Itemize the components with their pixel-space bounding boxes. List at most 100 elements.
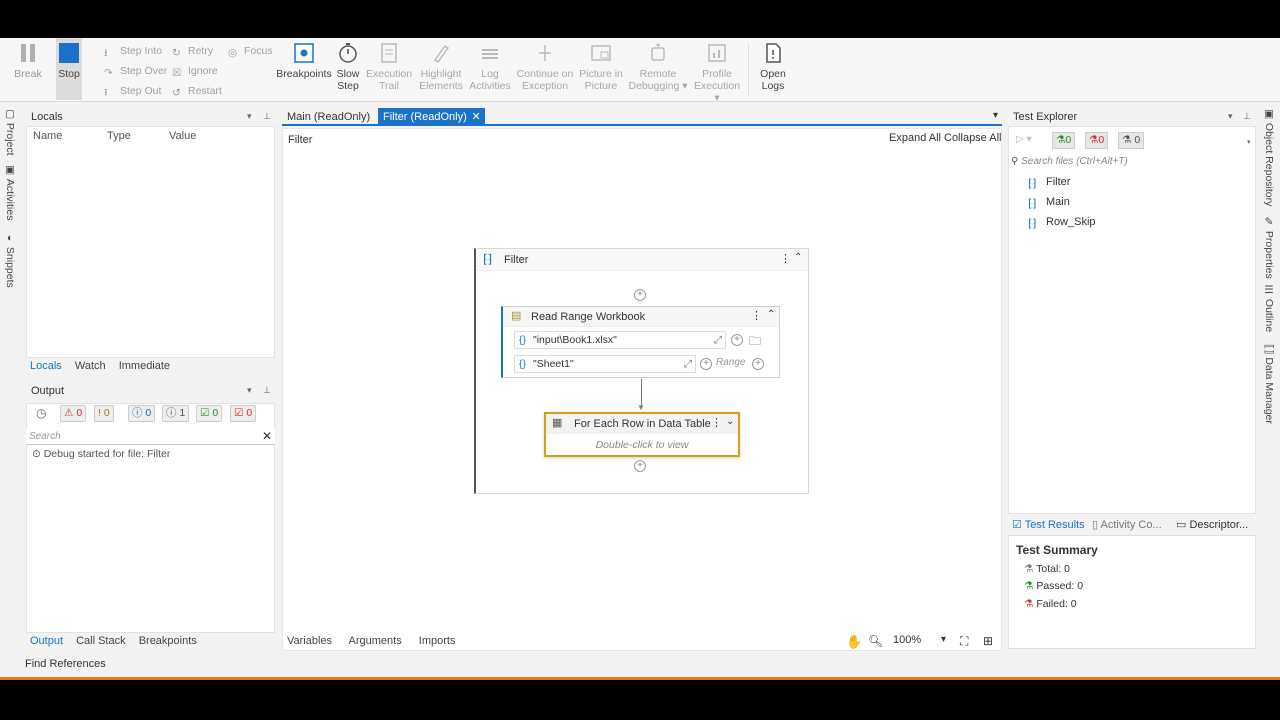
stop-button[interactable]: Stop <box>56 42 82 80</box>
open-logs-button[interactable]: Open Logs <box>756 42 790 92</box>
tab-activity-coverage[interactable]: ▯ Activity Co... <box>1092 518 1162 531</box>
break-button[interactable]: Break <box>12 42 44 80</box>
test-explorer-search[interactable]: ⚲ Search files (Ctrl+Alt+T) <box>1011 156 1255 172</box>
focus-button[interactable]: ◎ Focus <box>228 45 273 59</box>
collapse-icon[interactable]: ⌃ <box>767 309 775 320</box>
expand-editor-icon[interactable]: ⤢ <box>684 356 692 372</box>
add-activity-icon[interactable]: + <box>634 460 646 472</box>
tab-imports[interactable]: Imports <box>419 635 456 647</box>
tab-watch[interactable]: Watch <box>75 360 106 372</box>
output-search-input[interactable]: Search <box>26 429 275 445</box>
retry-button[interactable]: ↻ Retry <box>172 45 213 59</box>
zoom-level[interactable]: 100% <box>893 634 921 646</box>
workbook-path-field[interactable]: {} "input\Book1.xlsx" ⤢ <box>514 331 726 349</box>
chevron-down-icon[interactable]: ▾ <box>1247 138 1251 146</box>
tab-main-readonly[interactable]: Main (ReadOnly) <box>282 108 375 126</box>
passed-tests-filter[interactable]: ⚗0 <box>1052 132 1076 149</box>
ignore-button[interactable]: ☒ Ignore <box>172 65 218 79</box>
chevron-down-icon[interactable]: ▾ <box>247 385 252 396</box>
slow-step-button[interactable]: Slow Step <box>335 42 361 92</box>
trace-filter-badge[interactable]: ⓘ 1 <box>162 405 190 422</box>
column-type[interactable]: Type <box>107 130 131 142</box>
failed-tests-filter[interactable]: ⚗0 <box>1085 132 1109 149</box>
fit-to-screen-icon[interactable]: ⛶ <box>960 634 968 649</box>
activities-side-tab[interactable]: ▣ Activities <box>4 164 16 220</box>
tab-descriptor[interactable]: ▭ Descriptor... <box>1176 518 1248 531</box>
collapse-all-button[interactable]: Collapse All <box>944 132 1001 144</box>
profile-execution-button[interactable]: Profile Execution ▾ <box>690 42 744 104</box>
find-references-tab[interactable]: Find References <box>25 658 106 670</box>
zoom-search-icon[interactable]: 🔍︎ <box>868 634 883 648</box>
pin-icon[interactable]: ⊥ <box>263 385 271 396</box>
range-field[interactable]: Range <box>716 357 745 368</box>
tab-output[interactable]: Output <box>30 635 63 647</box>
add-variable-icon[interactable]: + <box>752 358 764 370</box>
tab-filter-readonly[interactable]: Filter (ReadOnly) ✕ <box>378 108 485 126</box>
tree-item-filter[interactable]: ⁅⁆ Filter <box>1028 176 1070 190</box>
column-name[interactable]: Name <box>33 130 62 142</box>
info-filter-badge[interactable]: ⓘ 0 <box>128 405 156 422</box>
expand-editor-icon[interactable]: ⤢ <box>714 332 722 348</box>
add-variable-icon[interactable]: + <box>700 358 712 370</box>
expand-icon[interactable]: ⌄ <box>726 416 734 427</box>
warning-filter-badge[interactable]: ! 0 <box>94 405 114 422</box>
run-tests-icon[interactable]: ▷ ▾ <box>1016 134 1032 145</box>
more-options-icon[interactable]: ⋮ <box>780 252 791 265</box>
chevron-down-icon[interactable]: ▾ <box>1228 111 1233 122</box>
hand-pan-icon[interactable]: ✋ <box>846 634 862 650</box>
expand-all-button[interactable]: Expand All <box>889 132 941 144</box>
continue-on-exception-button[interactable]: Continue on Exception <box>516 42 574 92</box>
overview-map-icon[interactable]: ⊞ <box>983 634 993 648</box>
error-filter-badge[interactable]: ⚠ 0 <box>60 405 87 422</box>
tab-locals[interactable]: Locals <box>30 360 62 372</box>
tab-variables[interactable]: Variables <box>287 635 332 647</box>
breadcrumb[interactable]: Filter <box>288 134 312 146</box>
execution-trail-button[interactable]: Execution Trail <box>366 42 412 92</box>
highlight-elements-button[interactable]: Highlight Elements <box>417 42 465 92</box>
step-over-button[interactable]: ↷ Step Over <box>104 65 167 79</box>
restart-button[interactable]: ↺ Restart <box>172 85 222 99</box>
breakpoints-button[interactable]: Breakpoints <box>276 42 332 80</box>
collapse-icon[interactable]: ⌃ <box>794 252 802 263</box>
close-icon[interactable]: ✕ <box>262 429 272 443</box>
tree-item-main[interactable]: ⁅⁆ Main <box>1028 196 1070 210</box>
object-repository-side-tab[interactable]: ▣ Object Repository <box>1263 108 1275 206</box>
not-run-tests-filter[interactable]: ⚗ 0 <box>1118 132 1145 149</box>
tab-call-stack[interactable]: Call Stack <box>76 635 126 647</box>
snippets-side-tab[interactable]: ◐ Snippets <box>4 232 16 288</box>
close-icon[interactable]: ✕ <box>472 108 481 126</box>
remote-debugging-button[interactable]: Remote Debugging ▾ <box>628 42 688 92</box>
add-variable-icon[interactable]: + <box>731 334 743 346</box>
tab-breakpoints[interactable]: Breakpoints <box>139 635 197 647</box>
tab-arguments[interactable]: Arguments <box>349 635 402 647</box>
column-value[interactable]: Value <box>169 130 196 142</box>
locals-panel-title: Locals <box>31 111 63 123</box>
folder-icon[interactable]: 🗀 <box>749 332 761 353</box>
picture-in-picture-button[interactable]: Picture in Picture <box>578 42 624 92</box>
step-out-button[interactable]: ⭱ Step Out <box>104 85 161 99</box>
tree-item-row-skip[interactable]: ⁅⁆ Row_Skip <box>1028 216 1096 230</box>
pin-icon[interactable]: ⊥ <box>263 111 271 122</box>
exception-icon <box>539 45 551 61</box>
for-each-row-activity[interactable]: ▦ For Each Row in Data Table ⋮ ⌄ Double-… <box>544 412 740 457</box>
chevron-down-icon[interactable]: ▾ <box>247 111 252 122</box>
clock-icon[interactable]: ◷ <box>36 406 46 420</box>
outline-side-tab[interactable]: ☰ Outline <box>1263 284 1275 332</box>
add-activity-icon[interactable]: + <box>634 289 646 301</box>
chevron-down-icon[interactable]: ▾ <box>941 634 946 645</box>
tab-immediate[interactable]: Immediate <box>119 360 170 372</box>
pin-icon[interactable]: ⊥ <box>1243 111 1251 122</box>
tab-test-results[interactable]: ☑ Test Results <box>1012 518 1085 531</box>
project-side-tab[interactable]: ▢ Project <box>4 108 16 156</box>
sheet-name-field[interactable]: {} "Sheet1" ⤢ <box>514 355 696 373</box>
failed-filter-badge[interactable]: ☑ 0 <box>230 405 257 422</box>
chevron-down-icon[interactable]: ▾ <box>993 110 998 121</box>
check-icon: ☑ <box>200 407 210 419</box>
properties-side-tab[interactable]: ✎ Properties <box>1263 216 1275 279</box>
step-into-button[interactable]: ⭳ Step Into <box>104 45 162 59</box>
passed-filter-badge[interactable]: ☑ 0 <box>196 405 223 422</box>
more-options-icon[interactable]: ⋮ <box>751 309 762 322</box>
data-manager-side-tab[interactable]: ⟦⟧ Data Manager <box>1263 344 1275 424</box>
log-activities-button[interactable]: Log Activities <box>468 42 512 92</box>
more-options-icon[interactable]: ⋮ <box>711 416 722 429</box>
